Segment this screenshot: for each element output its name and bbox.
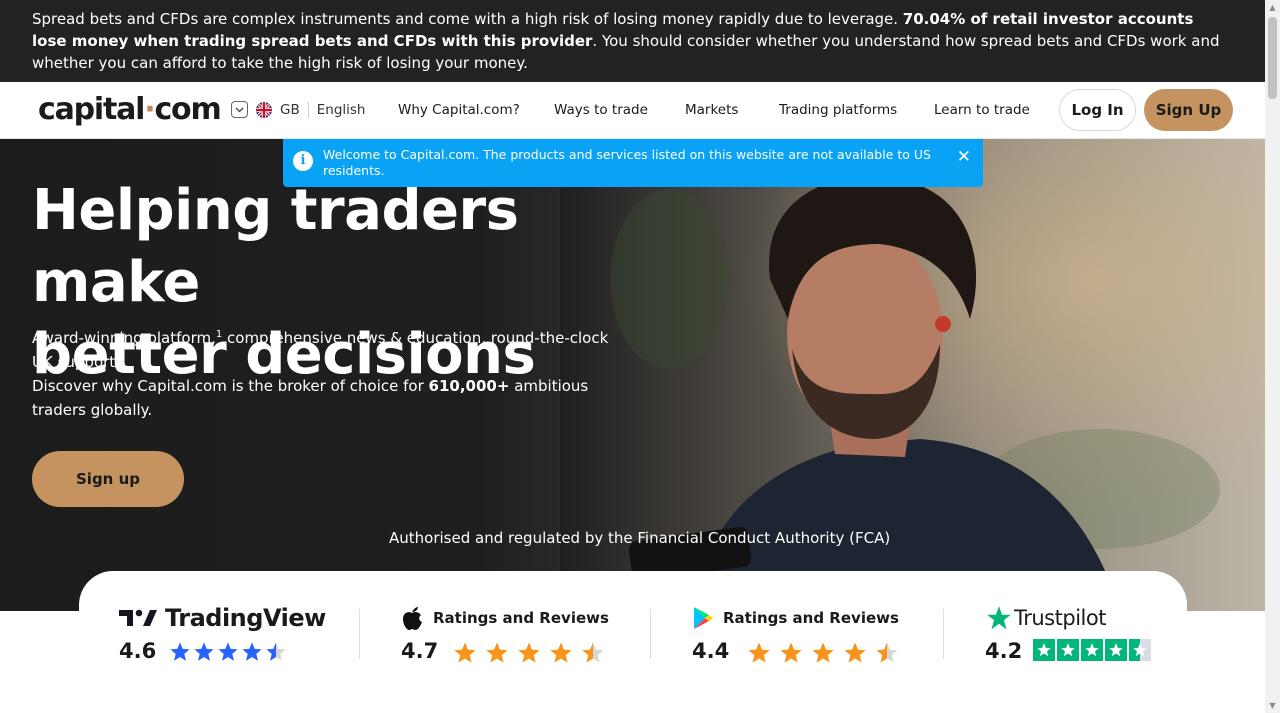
logo-text-capital: capital <box>38 92 145 127</box>
ratings-divider <box>650 609 651 659</box>
star-icon <box>266 642 286 661</box>
rating-score: 4.6 <box>119 639 157 663</box>
login-button[interactable]: Log In <box>1059 89 1136 131</box>
google-play-label: Ratings and Reviews <box>723 609 899 627</box>
star-icon <box>844 642 866 663</box>
star-icon <box>1081 639 1103 661</box>
info-icon: i <box>293 151 313 171</box>
nav-trading-platforms[interactable]: Trading platforms <box>779 102 897 118</box>
regulation-text: Authorised and regulated by the Financia… <box>389 529 891 547</box>
star-icon <box>1057 639 1079 661</box>
hero-sub-3: Discover why Capital.com is the broker o… <box>32 377 429 395</box>
star-icon <box>582 642 604 663</box>
page-scrollbar[interactable]: ▲ ▼ <box>1265 0 1280 713</box>
app-store-label: Ratings and Reviews <box>433 609 609 627</box>
rating-stars <box>169 641 289 663</box>
google-play-header: Ratings and Reviews <box>692 605 912 631</box>
star-icon <box>194 642 214 661</box>
scrollbar-thumb[interactable] <box>1268 17 1277 99</box>
risk-warning-banner: Spread bets and CFDs are complex instrum… <box>0 0 1265 82</box>
trustpilot-star-icon <box>987 606 1011 630</box>
nav-ways-to-trade[interactable]: Ways to trade <box>554 102 648 118</box>
hero-title-line1: Helping traders make <box>32 178 519 315</box>
star-icon <box>550 642 572 663</box>
ratings-divider <box>359 609 360 659</box>
rating-stars <box>1033 639 1153 661</box>
star-icon <box>242 642 262 661</box>
rating-score: 4.2 <box>985 639 1023 663</box>
star-icon <box>876 642 898 663</box>
star-icon <box>454 642 476 663</box>
scroll-up-arrow-icon[interactable]: ▲ <box>1265 0 1280 15</box>
logo[interactable]: capital·com <box>38 92 222 127</box>
rating-score: 4.7 <box>401 639 439 663</box>
nav-markets[interactable]: Markets <box>685 102 738 118</box>
rating-tradingview[interactable]: TradingView 4.6 <box>119 604 339 663</box>
trustpilot-label: Trustpilot <box>1014 606 1106 630</box>
tradingview-logo: TradingView <box>119 604 339 632</box>
star-icon <box>486 642 508 663</box>
header-signup-button[interactable]: Sign Up <box>1144 89 1233 131</box>
star-icon <box>170 642 190 661</box>
apple-icon <box>403 607 422 630</box>
risk-text-1: Spread bets and CFDs are complex instrum… <box>32 10 903 28</box>
rating-score: 4.4 <box>692 639 730 663</box>
rating-google-play[interactable]: Ratings and Reviews 4.4 <box>692 605 912 663</box>
rating-stars <box>747 641 907 665</box>
logo-text-com: com <box>154 92 221 127</box>
site-header: capital·com GB English Why Capital.com? … <box>0 82 1265 139</box>
tradingview-icon <box>119 609 157 626</box>
trustpilot-logo: Trustpilot <box>985 605 1185 631</box>
rating-app-store[interactable]: Ratings and Reviews 4.7 <box>401 605 621 663</box>
tradingview-label: TradingView <box>165 604 326 632</box>
hero-sub-1: Award-winning platform, <box>32 329 216 347</box>
nav-learn-to-trade[interactable]: Learn to trade <box>934 102 1030 118</box>
star-icon <box>780 642 802 663</box>
country-code[interactable]: GB <box>280 102 300 118</box>
nav-why-capital[interactable]: Why Capital.com? <box>398 102 520 118</box>
uk-flag-icon <box>256 101 272 118</box>
chevron-down-icon[interactable] <box>231 101 248 118</box>
alert-message: Welcome to Capital.com. The products and… <box>323 147 931 178</box>
locale-separator <box>307 101 309 118</box>
close-icon[interactable]: ✕ <box>957 149 971 166</box>
star-icon <box>518 642 540 663</box>
google-play-icon <box>694 607 713 629</box>
scroll-down-arrow-icon[interactable]: ▼ <box>1265 698 1280 713</box>
trader-count: 610,000+ <box>428 377 510 395</box>
rating-stars <box>453 641 613 665</box>
ratings-card: TradingView 4.6 Ratings and Reviews 4.7 … <box>79 571 1187 713</box>
logo-dot: · <box>144 92 155 127</box>
locale-selector[interactable]: GB English <box>231 101 365 118</box>
hero-subtitle: Award-winning platform,1 comprehensive n… <box>32 323 632 422</box>
rating-trustpilot[interactable]: Trustpilot 4.2 <box>985 605 1185 663</box>
star-icon <box>1129 639 1151 661</box>
star-icon <box>812 642 834 663</box>
star-icon <box>748 642 770 663</box>
app-store-header: Ratings and Reviews <box>401 605 621 631</box>
language-label[interactable]: English <box>317 102 366 118</box>
hero-section: Helping traders make better decisions Aw… <box>0 139 1265 611</box>
star-icon <box>218 642 238 661</box>
ratings-divider <box>943 609 944 659</box>
star-icon <box>1105 639 1127 661</box>
us-residents-alert: i Welcome to Capital.com. The products a… <box>283 139 983 187</box>
hero-signup-button[interactable]: Sign up <box>32 451 184 507</box>
star-icon <box>1033 639 1055 661</box>
